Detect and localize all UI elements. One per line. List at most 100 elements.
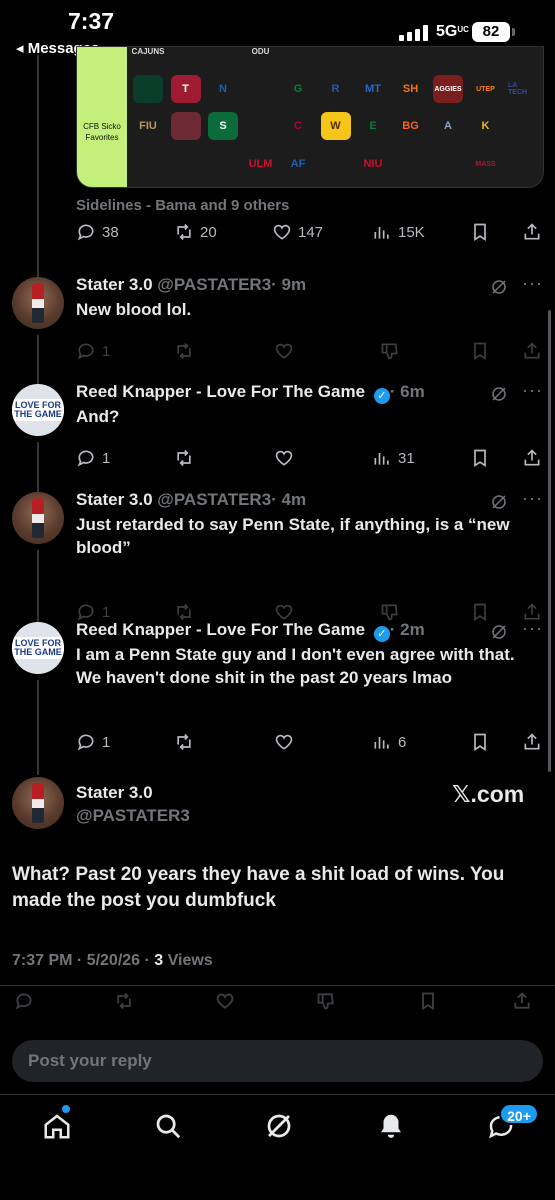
author-name[interactable]: Stater 3.0 [76, 275, 153, 294]
reply-icon [77, 450, 94, 467]
team-logo [170, 112, 201, 140]
share-button[interactable] [522, 341, 542, 361]
views-button[interactable]: 6 [372, 732, 406, 752]
author-name[interactable]: Stater 3.0 [76, 490, 153, 509]
team-logo [208, 150, 238, 178]
reply-button[interactable]: 1 [76, 341, 110, 361]
signal-icon [399, 25, 429, 41]
reply-button[interactable]: 1 [76, 602, 110, 622]
scrollbar[interactable] [548, 310, 551, 772]
avatar[interactable] [12, 277, 64, 329]
team-logo [133, 75, 163, 103]
verified-badge-icon: ✓ [373, 388, 390, 404]
tier-top-label [77, 47, 127, 75]
share-button[interactable] [512, 991, 532, 1011]
network-sup: UC [457, 25, 469, 34]
downvote-icon [317, 993, 334, 1010]
author-name[interactable]: Reed Knapper - Love For The Game [76, 382, 365, 401]
downvote-icon [381, 604, 398, 621]
tier-label: CFB Sicko Favorites [77, 75, 127, 187]
reply-actions: 1 [76, 341, 546, 365]
reply-header: Stater 3.0 @PASTATER3· 4m [76, 490, 306, 510]
downvote-button[interactable] [380, 341, 400, 361]
repost-button[interactable] [174, 448, 194, 468]
share-button[interactable] [522, 732, 542, 752]
post-time[interactable]: · 9m [271, 275, 306, 294]
reply-button[interactable] [14, 991, 34, 1011]
downvote-button[interactable] [380, 602, 400, 622]
repost-button[interactable] [174, 341, 194, 361]
post-time[interactable]: · 4m [271, 490, 306, 509]
bookmark-icon [474, 342, 486, 361]
team-logo: FIU [133, 112, 163, 140]
heart-icon [275, 604, 293, 620]
bookmark-button[interactable] [470, 448, 490, 468]
team-logo: NIU [358, 150, 388, 178]
like-button[interactable] [274, 602, 294, 622]
tab-home[interactable] [42, 1111, 72, 1141]
reply-button[interactable]: 1 [76, 732, 110, 752]
team-logo [283, 47, 313, 61]
like-button[interactable] [274, 732, 294, 752]
bookmark-button[interactable] [418, 991, 438, 1011]
like-button[interactable]: 147 [272, 222, 323, 242]
repost-button[interactable] [114, 991, 134, 1011]
downvote-button[interactable] [316, 991, 336, 1011]
reply-actions: 1 31 [76, 448, 546, 472]
divider [0, 985, 555, 986]
avatar[interactable]: LOVE FOR THE GAME [12, 384, 64, 436]
main-author-name[interactable]: Stater 3.0 [76, 783, 153, 803]
grok-icon[interactable] [490, 278, 508, 296]
avatar[interactable]: LOVE FOR THE GAME [12, 622, 64, 674]
reply-header: Reed Knapper - Love For The Game ✓ · 2m [76, 620, 425, 642]
views-button[interactable]: 15K [372, 222, 425, 242]
home-icon [44, 1114, 70, 1139]
reply-actions: 16 [76, 732, 546, 756]
like-button[interactable] [215, 991, 235, 1011]
repost-button[interactable] [174, 602, 194, 622]
share-icon [524, 223, 540, 240]
grok-icon[interactable] [490, 385, 508, 403]
author-name[interactable]: Reed Knapper - Love For The Game [76, 620, 365, 639]
reply-button[interactable]: 38 [76, 222, 119, 242]
bookmark-button[interactable] [470, 222, 490, 242]
share-button[interactable] [522, 448, 542, 468]
more-icon[interactable]: ··· [522, 618, 543, 639]
repost-button[interactable] [174, 732, 194, 752]
like-button[interactable] [274, 448, 294, 468]
repost-count: 20 [200, 223, 217, 241]
tab-search[interactable] [153, 1111, 183, 1141]
bookmark-button[interactable] [470, 732, 490, 752]
more-icon[interactable]: ··· [522, 380, 543, 401]
views-count: 3 [154, 952, 164, 969]
team-logo: AF [283, 150, 313, 178]
like-count: 147 [298, 223, 324, 241]
bookmark-button[interactable] [470, 341, 490, 361]
share-button[interactable] [522, 222, 542, 242]
more-icon[interactable]: ··· [522, 273, 543, 294]
post-time[interactable]: · 2m [390, 620, 425, 639]
grok-icon[interactable] [490, 493, 508, 511]
tier-list-image[interactable]: CFB Sicko Favorites T N G R MT SH AGGIES UTEP LA… [76, 46, 544, 188]
more-icon[interactable]: ··· [522, 488, 543, 509]
reply-composer[interactable]: Post your reply [12, 1040, 543, 1082]
social-context[interactable]: Sidelines - Bama and 9 others [76, 197, 289, 214]
author-handle[interactable]: @PASTATER3 [157, 275, 271, 294]
reply-button[interactable]: 1 [76, 448, 110, 468]
notification-dot [62, 1105, 70, 1113]
main-author-handle[interactable]: @PASTATER3 [76, 806, 190, 826]
tab-grok[interactable] [264, 1111, 294, 1141]
team-logo: ULM [245, 150, 276, 178]
avatar[interactable] [12, 492, 64, 544]
author-handle[interactable]: @PASTATER3 [157, 490, 271, 509]
team-logo [433, 150, 463, 178]
bookmark-button[interactable] [470, 602, 490, 622]
grok-icon[interactable] [490, 623, 508, 641]
post-time[interactable]: · 6m [390, 382, 425, 401]
repost-button[interactable]: 20 [174, 222, 217, 242]
like-button[interactable] [274, 341, 294, 361]
tab-notifications[interactable] [376, 1111, 406, 1141]
avatar[interactable] [12, 777, 64, 829]
x-watermark: 𝕏.com [452, 781, 525, 807]
views-button[interactable]: 31 [372, 448, 415, 468]
